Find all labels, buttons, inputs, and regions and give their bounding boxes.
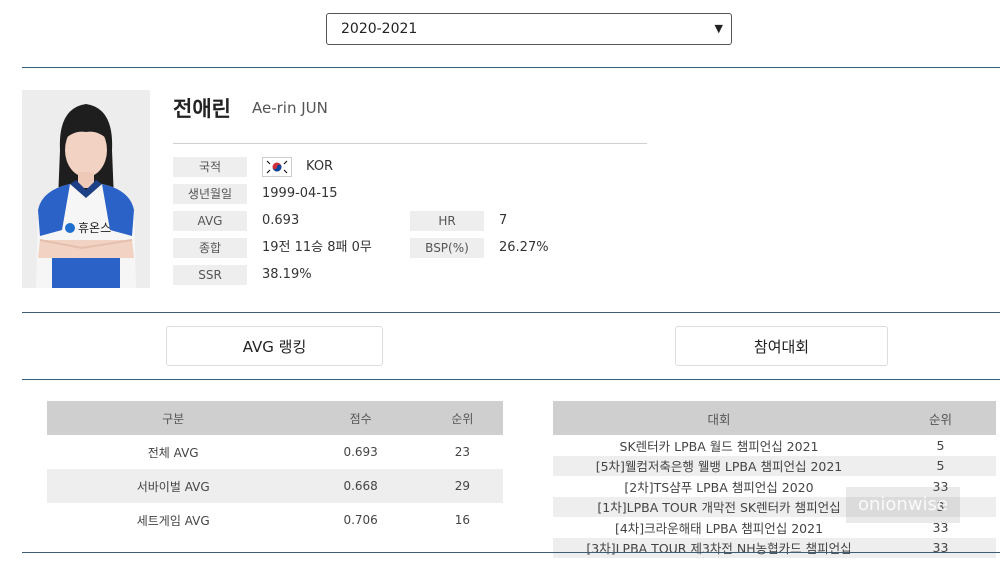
cell-rank: 16 (454, 513, 471, 527)
table-row[interactable]: SK렌터카 LPBA 월드 챔피언십 2021 5 (553, 435, 996, 456)
cell-tournament[interactable]: [1차]LPBA TOUR 개막전 SK렌터카 챔피언십 (553, 496, 885, 517)
divider (22, 379, 1000, 380)
divider (22, 552, 1000, 553)
avg-label: AVG (173, 211, 247, 231)
korea-flag-icon (262, 157, 292, 177)
player-name-en: Ae-rin JUN (252, 99, 328, 117)
hr-value: 7 (499, 213, 508, 228)
watermark: onionwise (846, 487, 960, 523)
cell-score: 0.706 (343, 513, 378, 527)
nationality-value: KOR (306, 159, 334, 174)
avg-value: 0.693 (262, 213, 300, 228)
col-score: 점수 (299, 401, 422, 435)
bsp-value: 26.27% (499, 240, 549, 255)
player-photo: 휴온스 (22, 90, 150, 288)
name-divider (173, 143, 647, 144)
cell-rank: 29 (421, 469, 503, 503)
table-row: 세트게임 AVG 0.706 16 (47, 503, 503, 537)
cell-tournament[interactable]: [4차]크라운해태 LPBA 챔피언십 2021 (553, 517, 885, 538)
birthdate-label: 생년월일 (173, 184, 247, 204)
ssr-value: 38.19% (262, 267, 312, 282)
player-name-ko: 전애린 (173, 97, 231, 121)
cell-rank: 23 (454, 445, 471, 459)
table-row[interactable]: [5차]웰컴저축은행 웰뱅 LPBA 챔피언십 2021 5 (553, 455, 996, 476)
col-rank: 순위 (885, 401, 996, 435)
cell-category: 세트게임 AVG (136, 513, 210, 528)
divider (22, 312, 1000, 313)
bsp-label: BSP(%) (410, 238, 484, 258)
table-row: 서바이벌 AVG 0.668 29 (47, 469, 503, 503)
table-header-row: 구분 점수 순위 (47, 401, 503, 435)
cell-tournament[interactable]: [5차]웰컴저축은행 웰뱅 LPBA 챔피언십 2021 (553, 455, 885, 476)
table-row[interactable]: [3차]LPBA TOUR 제3차전 NH농협카드 챔피언십 33 (553, 537, 996, 558)
cell-score: 0.693 (343, 445, 378, 459)
cell-rank: 5 (936, 437, 945, 453)
table-row: 전체 AVG 0.693 23 (47, 435, 503, 469)
cell-score: 0.668 (299, 469, 422, 503)
tab-tournaments[interactable]: 참여대회 (675, 326, 888, 366)
col-tournament: 대회 (553, 401, 885, 435)
ssr-label: SSR (173, 265, 247, 285)
cell-rank: 5 (885, 455, 996, 476)
nationality-label: 국적 (173, 157, 247, 177)
sponsor-text: 휴온스 (78, 221, 111, 235)
table-header-row: 대회 순위 (553, 401, 996, 435)
tab-avg-ranking[interactable]: AVG 랭킹 (166, 326, 383, 366)
divider (22, 67, 1000, 68)
birthdate-value: 1999-04-15 (262, 186, 338, 201)
cell-category: 전체 AVG (147, 445, 199, 460)
tournaments-table: 대회 순위 SK렌터카 LPBA 월드 챔피언십 2021 5 [5차]웰컴저축… (553, 401, 996, 558)
cell-tournament[interactable]: SK렌터카 LPBA 월드 챔피언십 2021 (553, 435, 885, 456)
cell-tournament[interactable]: [2차]TS샴푸 LPBA 챔피언십 2020 (553, 476, 885, 497)
season-select-value: 2020-2021 (341, 21, 418, 37)
col-category: 구분 (47, 401, 300, 435)
cell-rank: 33 (885, 537, 996, 558)
record-value: 19전 11승 8패 0무 (262, 240, 372, 255)
chevron-down-icon: ▼ (714, 22, 723, 35)
season-select[interactable]: 2020-2021 ▼ (326, 13, 732, 45)
cell-category: 서바이벌 AVG (47, 469, 300, 503)
hr-label: HR (410, 211, 484, 231)
col-rank: 순위 (421, 401, 503, 435)
avg-ranking-table: 구분 점수 순위 전체 AVG 0.693 23 서바이벌 AVG 0.668 … (47, 401, 503, 537)
record-label: 종합 (173, 238, 247, 258)
cell-tournament[interactable]: [3차]LPBA TOUR 제3차전 NH농협카드 챔피언십 (553, 537, 885, 558)
